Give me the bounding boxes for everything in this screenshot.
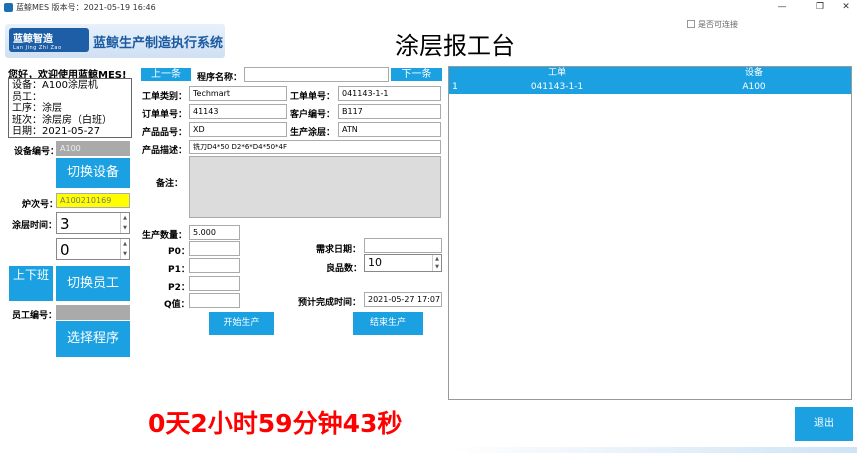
next-button[interactable]: 下一条: [391, 68, 442, 81]
good-qty-spinner[interactable]: 10 ▲ ▼: [364, 254, 442, 272]
info-shift: 班次：涂层房（白班）: [12, 114, 112, 126]
exit-button[interactable]: 退出: [795, 407, 853, 441]
spinner-arrows-icon[interactable]: ▲ ▼: [120, 239, 129, 259]
device-no-field: A100: [56, 141, 130, 156]
p2-field[interactable]: [189, 276, 240, 291]
order-type-field[interactable]: Techmart: [189, 86, 287, 101]
sales-order-field[interactable]: 41143: [189, 104, 287, 119]
coating-label: 生产涂层：: [290, 128, 336, 138]
connect-checkbox[interactable]: 是否可连接: [687, 19, 738, 30]
grid-header: 工单 设备: [449, 67, 851, 80]
spinner-arrows-icon[interactable]: ▲ ▼: [120, 213, 129, 233]
info-employee: 员工：: [12, 91, 42, 103]
start-production-button[interactable]: 开始生产: [209, 312, 274, 335]
order-grid[interactable]: 工单 设备 1 041143-1-1 A100: [448, 66, 852, 400]
order-no-label: 工单单号：: [290, 92, 336, 102]
logo-mark: 蓝鲸智造 Lan Jing Zhi Zao: [9, 28, 89, 52]
customer-no-label: 客户编号：: [290, 110, 336, 120]
select-program-button[interactable]: 选择程序: [56, 321, 130, 357]
furnace-label: 炉次号：: [22, 200, 59, 210]
spinner-arrows-icon[interactable]: ▲ ▼: [432, 255, 441, 271]
logo-mark-text: 蓝鲸智造: [13, 34, 53, 45]
window-titlebar: 蓝鲸MES 版本号：2021-05-19 16:46 — ❐ ✕: [0, 0, 857, 14]
program-name-label: 程序名称：: [197, 73, 243, 83]
prev-button[interactable]: 上一条: [141, 68, 191, 81]
sales-order-label: 订单单号：: [142, 110, 188, 120]
logo: 蓝鲸智造 Lan Jing Zhi Zao 蓝鲸生产制造执行系统: [5, 24, 225, 58]
demand-date-label: 需求日期：: [316, 245, 362, 255]
app-icon: [4, 3, 13, 12]
order-no-field[interactable]: 041143-1-1: [338, 86, 441, 101]
device-no-label: 设备编号：: [14, 147, 60, 157]
info-process: 工序：涂层: [12, 103, 62, 114]
end-production-button[interactable]: 结束生产: [353, 312, 423, 335]
good-qty-label: 良品数：: [326, 264, 363, 274]
coating-time-minutes-value: 0: [60, 241, 70, 259]
grid-column-order[interactable]: 工单: [457, 67, 657, 80]
close-icon[interactable]: ✕: [836, 1, 856, 13]
maximize-icon[interactable]: ❐: [810, 1, 830, 13]
switch-employee-button[interactable]: 切换员工: [56, 266, 130, 301]
employee-no-label: 员工编号：: [12, 311, 58, 321]
p1-label: P1：: [168, 265, 190, 275]
coating-time-label: 涂层时间：: [12, 221, 58, 231]
expected-finish-field[interactable]: 2021-05-27 17:07:: [364, 292, 442, 307]
logo-mark-subtext: Lan Jing Zhi Zao: [13, 45, 62, 51]
logo-text: 蓝鲸生产制造执行系统: [93, 36, 224, 51]
p0-label: P0：: [168, 247, 190, 257]
qty-label: 生产数量：: [142, 231, 188, 241]
remark-textarea[interactable]: [189, 156, 441, 218]
product-desc-field[interactable]: 铣刀D4*50 D2*6*D4*50*4F: [189, 140, 441, 154]
good-qty-value: 10: [368, 256, 382, 269]
p1-field[interactable]: [189, 258, 240, 273]
row-device-cell[interactable]: A100: [657, 80, 851, 94]
product-no-label: 产品品号：: [142, 128, 188, 138]
q-field[interactable]: [189, 293, 240, 308]
elapsed-timer: 0天2小时59分钟43秒: [148, 409, 403, 438]
expected-finish-label: 预计完成时间：: [298, 298, 362, 308]
window-title: 蓝鲸MES 版本号：2021-05-19 16:46: [16, 3, 156, 12]
page-title: 涂层报工台: [395, 32, 515, 60]
product-desc-label: 产品描述：: [142, 146, 188, 156]
qty-field[interactable]: 5.000: [189, 225, 240, 240]
info-device: 设备：A100涂层机: [12, 80, 98, 91]
q-label: Q值：: [164, 300, 190, 310]
switch-device-button[interactable]: 切换设备: [56, 158, 130, 188]
coating-time-hours-value: 3: [60, 215, 70, 233]
row-order-cell[interactable]: 041143-1-1: [457, 80, 657, 94]
order-type-label: 工单类别：: [142, 92, 188, 102]
info-date: 日期：2021-05-27: [12, 126, 101, 137]
shift-button[interactable]: 上下班: [9, 266, 53, 301]
furnace-field[interactable]: A100210169: [56, 193, 130, 208]
connect-checkbox-label: 是否可连接: [698, 20, 738, 29]
p0-field[interactable]: [189, 241, 240, 256]
info-box: 设备：A100涂层机 员工： 工序：涂层 班次：涂层房（白班） 日期：2021-…: [8, 78, 132, 138]
coating-time-minutes-spinner[interactable]: 0 ▲ ▼: [56, 238, 130, 260]
demand-date-field[interactable]: [364, 238, 442, 253]
bottom-decoration: [448, 447, 857, 453]
program-name-field[interactable]: [244, 67, 389, 82]
checkbox-icon[interactable]: [687, 20, 695, 28]
minimize-icon[interactable]: —: [772, 1, 792, 13]
customer-no-field[interactable]: B117: [338, 104, 441, 119]
table-row[interactable]: 1 041143-1-1 A100: [449, 80, 851, 94]
p2-label: P2：: [168, 283, 190, 293]
coating-field[interactable]: ATN: [338, 122, 441, 137]
product-no-field[interactable]: XD: [189, 122, 287, 137]
coating-time-hours-spinner[interactable]: 3 ▲ ▼: [56, 212, 130, 234]
remark-label: 备注：: [156, 179, 184, 189]
grid-column-device[interactable]: 设备: [657, 67, 851, 80]
employee-no-field: [56, 305, 130, 320]
